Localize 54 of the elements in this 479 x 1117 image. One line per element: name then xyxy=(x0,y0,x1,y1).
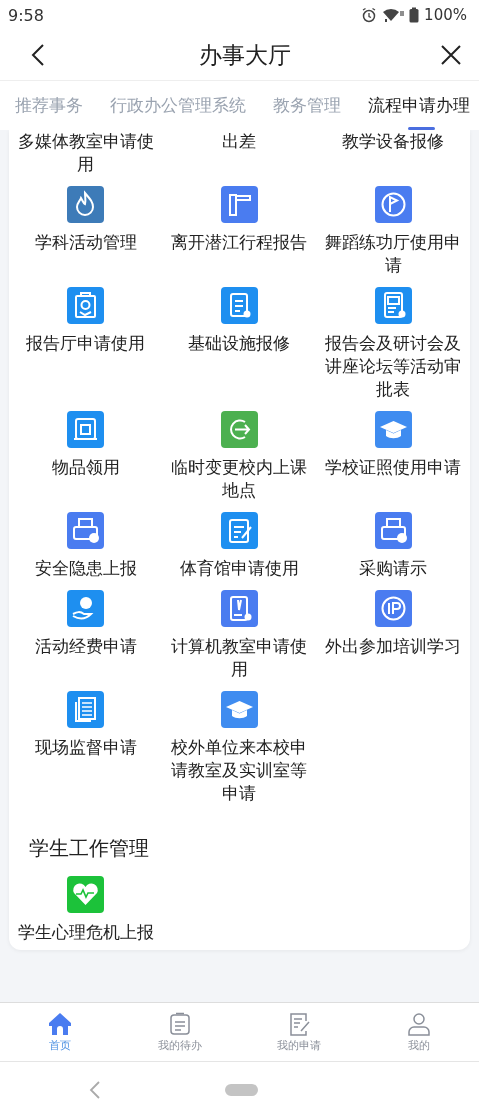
nav-tab[interactable]: 我的 xyxy=(359,1003,479,1061)
page-title: 办事大厅 xyxy=(198,40,291,70)
exit-icon[interactable] xyxy=(221,411,258,448)
clipboard-icon[interactable] xyxy=(67,287,105,324)
document-pen-icon xyxy=(287,1011,312,1036)
app-label[interactable]: 临时变更校内上课地点 xyxy=(167,456,312,502)
app-label[interactable]: 基础设施报修 xyxy=(167,332,312,355)
app-label[interactable]: 多媒体教室申请使用 xyxy=(13,130,158,176)
home-pill[interactable] xyxy=(225,1083,258,1096)
app-label[interactable]: 外出参加培训学习 xyxy=(321,635,466,658)
app-label[interactable]: 舞蹈练功厅使用申请 xyxy=(321,231,466,277)
app-label[interactable]: 采购请示 xyxy=(321,557,466,580)
nav-tab[interactable]: 我的待办 xyxy=(119,1003,240,1061)
app-label[interactable]: 出差 xyxy=(167,130,312,153)
app-label[interactable]: 现场监督申请 xyxy=(13,736,158,759)
battery-level: 100% xyxy=(424,6,467,24)
heart-pulse-icon[interactable] xyxy=(67,876,105,913)
printer-icon[interactable] xyxy=(67,512,105,549)
app-label[interactable]: 学校证照使用申请 xyxy=(321,456,466,479)
clock-time: 9:58 xyxy=(8,5,44,25)
app-label[interactable]: 学生心理危机上报 xyxy=(13,921,158,944)
graduation-cap-icon[interactable] xyxy=(374,411,412,448)
home-icon xyxy=(47,1011,72,1036)
app-label[interactable]: 计算机教室申请使用 xyxy=(167,635,312,681)
app-label[interactable]: 校外单位来本校申请教室及实训室等申请 xyxy=(167,736,312,805)
app-label[interactable]: 报告厅申请使用 xyxy=(13,332,158,355)
printer-icon[interactable] xyxy=(374,512,412,549)
graduation-cap-icon[interactable] xyxy=(221,691,258,728)
document-list-icon[interactable] xyxy=(67,691,105,728)
tab[interactable]: 流程申请办理 xyxy=(368,94,470,117)
flame-icon[interactable] xyxy=(67,186,105,223)
wifi-icon xyxy=(382,7,405,23)
back-icon[interactable] xyxy=(31,43,45,67)
app-label[interactable]: 活动经费申请 xyxy=(13,635,158,658)
section-title: 学生工作管理 xyxy=(28,835,150,862)
hand-coin-icon[interactable] xyxy=(67,590,105,627)
document-pen-icon[interactable] xyxy=(221,512,258,549)
clipboard-icon xyxy=(167,1011,192,1036)
flag-icon[interactable] xyxy=(374,186,412,223)
app-label[interactable]: 体育馆申请使用 xyxy=(167,557,312,580)
nav-tab[interactable]: 首页 xyxy=(0,1003,120,1061)
alarm-icon xyxy=(361,7,378,23)
device-icon[interactable] xyxy=(374,287,412,324)
person-icon xyxy=(407,1011,432,1036)
app-label[interactable]: 安全隐患上报 xyxy=(13,557,158,580)
battery-icon xyxy=(409,7,420,23)
nav-tab[interactable]: 我的申请 xyxy=(239,1003,360,1061)
app-label[interactable]: 物品领用 xyxy=(13,456,158,479)
close-icon[interactable] xyxy=(440,44,462,66)
app-label[interactable]: 教学设备报修 xyxy=(321,130,466,153)
barrier-gate-icon[interactable] xyxy=(221,186,258,223)
app-label[interactable]: 报告会及研讨会及讲座论坛等活动审批表 xyxy=(321,332,466,401)
app-label[interactable]: 离开潜江行程报告 xyxy=(167,231,312,254)
app-label[interactable]: 学科活动管理 xyxy=(13,231,158,254)
